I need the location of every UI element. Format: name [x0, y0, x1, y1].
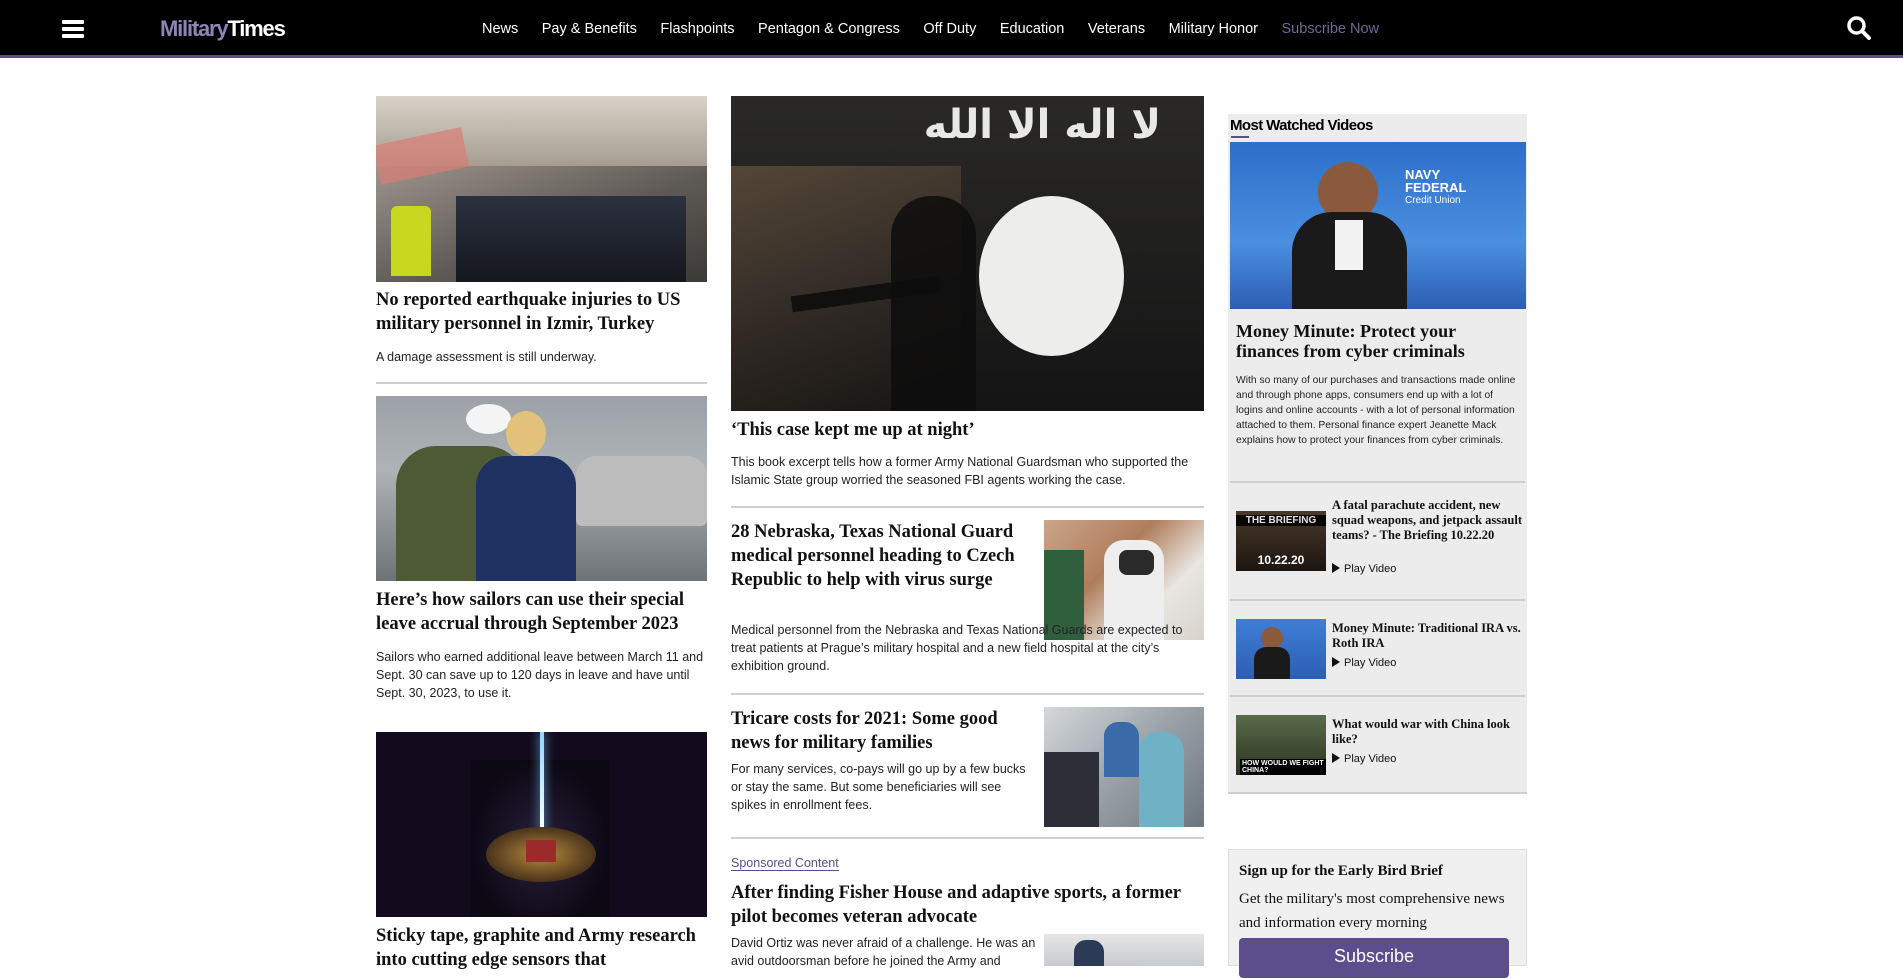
isis-flag-image[interactable]: لا اله الا الله	[731, 96, 1204, 411]
subscribe-button[interactable]: Subscribe	[1239, 938, 1509, 978]
nav-subscribe-now[interactable]: Subscribe Now	[1282, 21, 1380, 37]
menu-icon[interactable]	[62, 20, 84, 38]
play-video-link[interactable]: Play Video	[1332, 753, 1396, 765]
story-summary: A damage assessment is still underway.	[376, 350, 597, 364]
story-headline[interactable]: Tricare costs for 2021: Some good news f…	[731, 707, 1031, 755]
nav-veterans[interactable]: Veterans	[1088, 21, 1145, 37]
tricare-image[interactable]	[1044, 707, 1204, 827]
story-headline[interactable]: Here’s how sailors can use their special…	[376, 588, 707, 636]
china-war-thumbnail: HOW WOULD WE FIGHT CHINA?	[1236, 715, 1326, 775]
divider	[1228, 792, 1527, 794]
video-list-item[interactable]: Money Minute: Traditional IRA vs. Roth I…	[1230, 599, 1525, 695]
newsletter-signup: Sign up for the Early Bird Brief Get the…	[1228, 849, 1527, 978]
nav-pentagon-congress[interactable]: Pentagon & Congress	[758, 21, 900, 37]
story-headline[interactable]: ‘This case kept me up at night’	[731, 418, 1204, 442]
play-icon	[1332, 657, 1340, 667]
nav-flashpoints[interactable]: Flashpoints	[660, 21, 734, 37]
sailor-hug-image[interactable]	[376, 396, 707, 581]
featured-video-thumbnail[interactable]: NAVY FEDERAL Credit Union	[1230, 142, 1526, 309]
divider	[731, 837, 1204, 839]
play-icon	[1332, 563, 1340, 573]
navy-federal-logo: NAVY FEDERAL Credit Union	[1405, 167, 1467, 206]
nav-education[interactable]: Education	[1000, 21, 1065, 37]
story-headline[interactable]: 28 Nebraska, Texas National Guard medica…	[731, 520, 1031, 592]
sponsored-label: Sponsored Content	[731, 856, 839, 871]
divider	[376, 382, 707, 384]
nav-pay-benefits[interactable]: Pay & Benefits	[542, 21, 637, 37]
video-list-item[interactable]: HOW WOULD WE FIGHT CHINA? What would war…	[1230, 695, 1525, 794]
story-summary: Sailors who earned additional leave betw…	[376, 650, 704, 700]
featured-video-headline[interactable]: Money Minute: Protect your finances from…	[1236, 321, 1521, 361]
play-video-link[interactable]: Play Video	[1332, 563, 1396, 575]
nav-off-duty[interactable]: Off Duty	[923, 21, 976, 37]
play-video-link[interactable]: Play Video	[1332, 657, 1396, 669]
sponsored-image[interactable]	[1044, 934, 1204, 966]
story-summary: David Ortiz was never afraid of a challe…	[731, 936, 1036, 968]
play-icon	[1332, 753, 1340, 763]
story-summary: Medical personnel from the Nebraska and …	[731, 623, 1183, 673]
divider	[731, 506, 1204, 508]
site-logo[interactable]: MilitaryTimes	[160, 16, 286, 42]
nav-military-honor[interactable]: Military Honor	[1169, 21, 1258, 37]
sensor-research-image[interactable]	[376, 732, 707, 917]
story-headline[interactable]: Sticky tape, graphite and Army research …	[376, 924, 707, 972]
story-summary: This book excerpt tells how a former Arm…	[731, 455, 1189, 487]
divider	[731, 693, 1204, 695]
logo-text-military: Military	[160, 16, 229, 41]
title-underline	[1231, 136, 1249, 138]
search-icon[interactable]	[1846, 15, 1872, 41]
signup-text: Get the military's most comprehensive ne…	[1239, 891, 1505, 931]
video-headline[interactable]: A fatal parachute accident, new squad we…	[1332, 498, 1522, 543]
earthquake-rubble-image[interactable]	[376, 96, 707, 282]
story-summary: For many services, co-pays will go up by…	[731, 762, 1026, 812]
video-list-item[interactable]: THE BRIEFING 10.22.20 A fatal parachute …	[1230, 481, 1525, 599]
top-nav-bar: MilitaryTimes News Pay & Benefits Flashp…	[0, 0, 1903, 58]
main-nav: News Pay & Benefits Flashpoints Pentagon…	[482, 21, 1403, 37]
nav-news[interactable]: News	[482, 21, 518, 37]
briefing-thumbnail: THE BRIEFING 10.22.20	[1236, 511, 1326, 571]
featured-video-summary: With so many of our purchases and transa…	[1236, 375, 1516, 446]
story-headline[interactable]: After finding Fisher House and adaptive …	[731, 881, 1204, 929]
logo-text-times: Times	[227, 16, 285, 41]
signup-title: Sign up for the Early Bird Brief	[1239, 863, 1443, 879]
video-headline[interactable]: Money Minute: Traditional IRA vs. Roth I…	[1332, 621, 1522, 651]
most-watched-title: Most Watched Videos	[1230, 117, 1373, 134]
flag-text: لا اله الا الله	[923, 102, 1161, 148]
video-headline[interactable]: What would war with China look like?	[1332, 717, 1522, 747]
money-minute-thumbnail	[1236, 619, 1326, 679]
story-headline[interactable]: No reported earthquake injuries to US mi…	[376, 288, 707, 336]
